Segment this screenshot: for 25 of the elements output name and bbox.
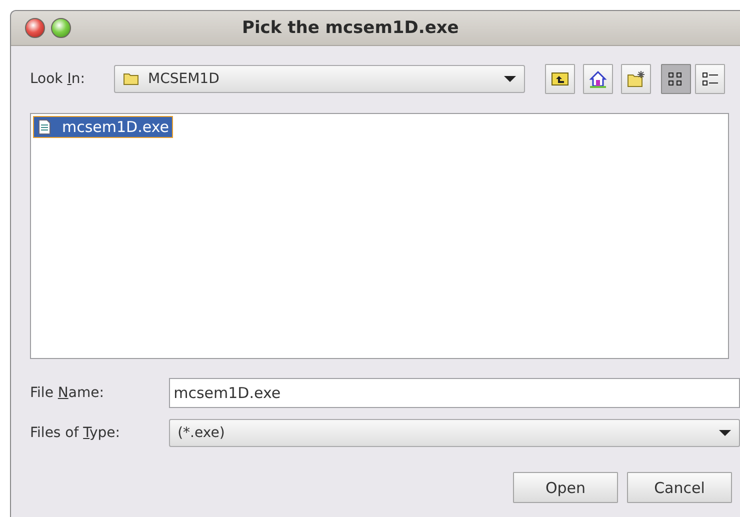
details-view-button[interactable] (695, 64, 725, 94)
caret-icon (719, 430, 731, 436)
home-button[interactable] (583, 64, 613, 94)
field-label: File Name: (30, 385, 105, 401)
file-name-field[interactable]: mcsem1D.exe (168, 378, 740, 408)
look-in-dropdown[interactable]: MCSEM1D (114, 65, 525, 93)
document-icon (37, 119, 52, 135)
file-type-dropdown[interactable]: (*.exe) (168, 419, 740, 447)
close-button[interactable] (25, 18, 45, 38)
window-title: Pick the mcsem1D.exe (242, 18, 459, 38)
cancel-button[interactable]: Cancel (627, 472, 732, 503)
folder-icon (123, 71, 139, 87)
file-item[interactable]: mcsem1D.exe (33, 116, 173, 138)
field-label: Files of Type: (30, 425, 122, 441)
open-button[interactable]: Open (513, 472, 618, 503)
list-view-button[interactable] (661, 64, 691, 94)
folder-star-icon (627, 70, 645, 88)
maximize-button[interactable] (51, 18, 71, 38)
up-arrow-folder-icon (551, 70, 569, 88)
details-list-icon (701, 70, 719, 88)
field-label: Look In: (30, 71, 86, 87)
new-folder-button[interactable] (621, 64, 651, 94)
caret-icon (504, 76, 516, 82)
house-icon (589, 70, 607, 88)
up-folder-button[interactable] (545, 64, 575, 94)
